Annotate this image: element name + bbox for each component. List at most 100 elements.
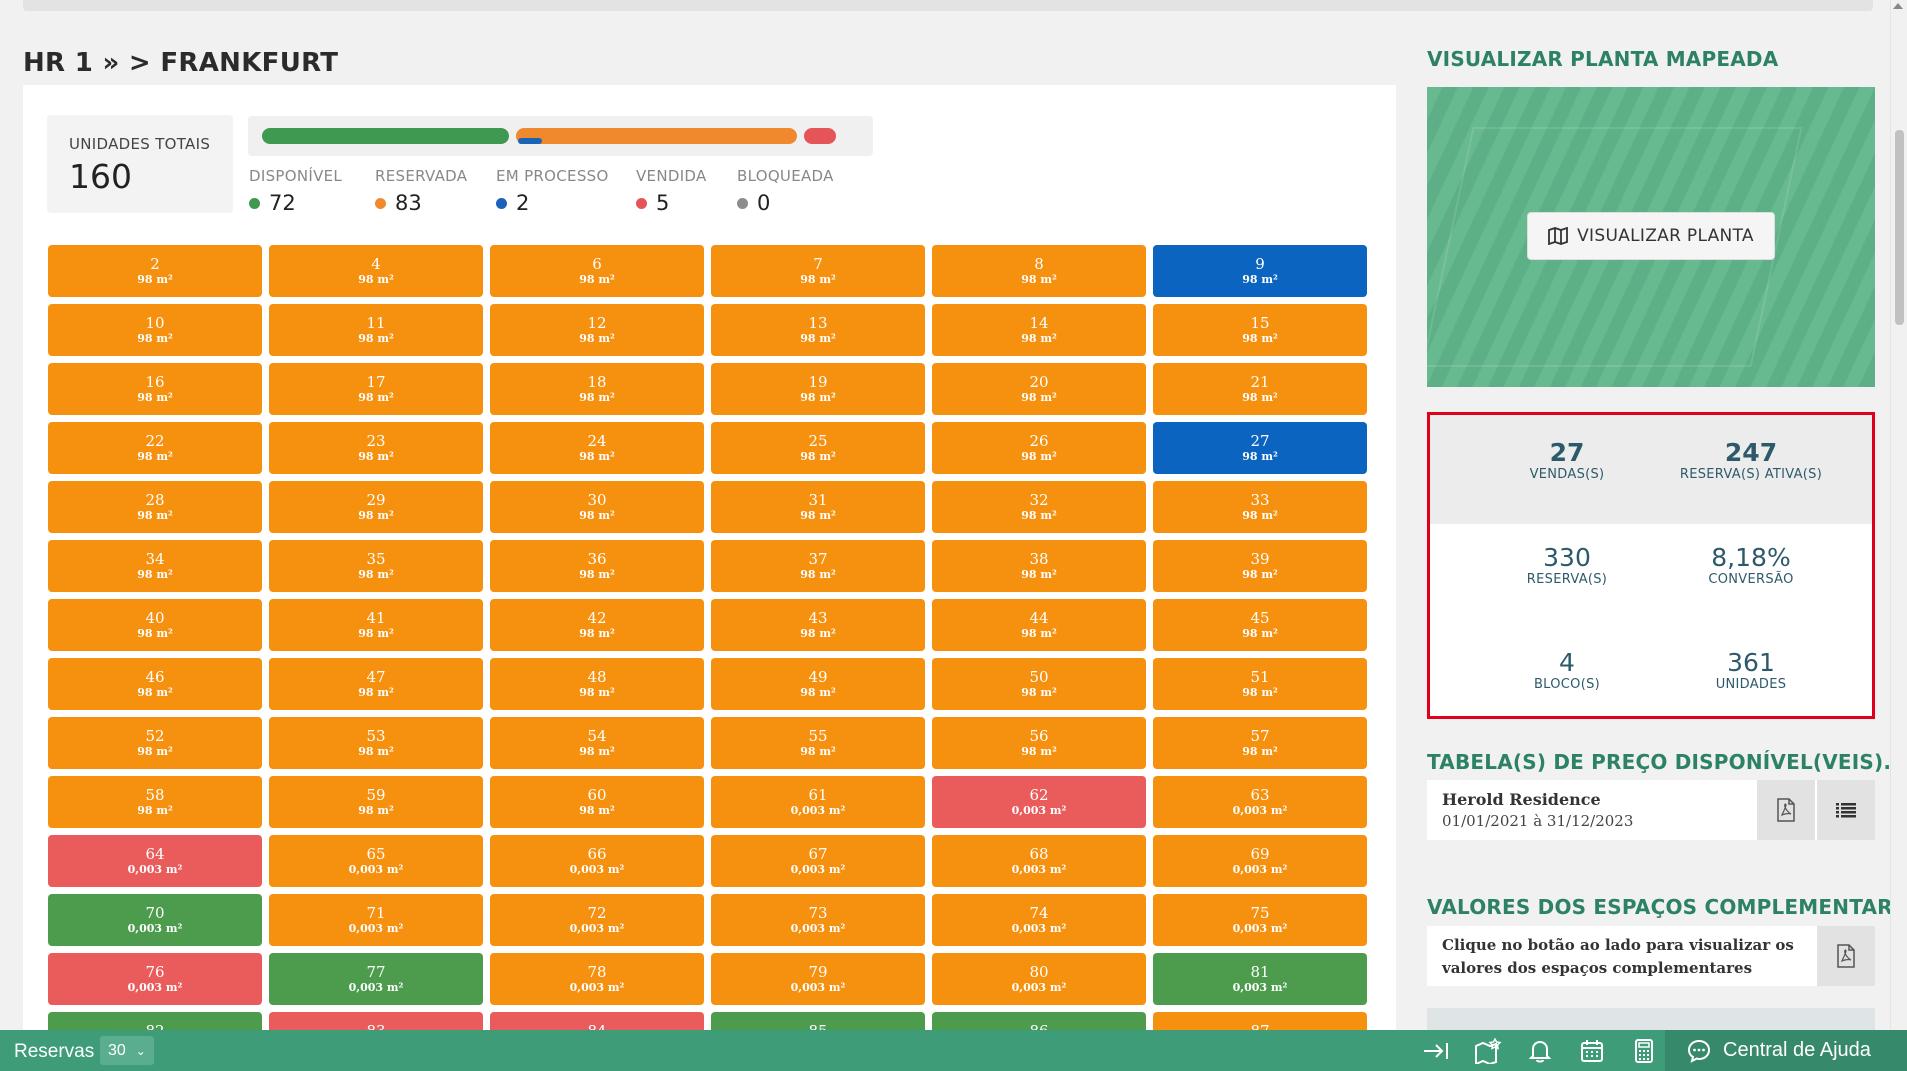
unit-tile[interactable]: 24 98 m² <box>490 422 704 474</box>
unit-tile[interactable]: 50 98 m² <box>932 658 1146 710</box>
unit-tile[interactable]: 49 98 m² <box>711 658 925 710</box>
map-preview[interactable]: VISUALIZAR PLANTA <box>1427 87 1875 387</box>
unit-tile[interactable]: 40 98 m² <box>48 599 262 651</box>
unit-tile[interactable]: 33 98 m² <box>1153 481 1367 533</box>
unit-tile[interactable]: 63 0,003 m² <box>1153 776 1367 828</box>
price-list-button[interactable] <box>1815 780 1875 840</box>
unit-tile[interactable]: 60 98 m² <box>490 776 704 828</box>
unit-tile[interactable]: 30 98 m² <box>490 481 704 533</box>
scroll-up-arrow-icon[interactable] <box>1893 3 1903 9</box>
unit-tile[interactable]: 53 98 m² <box>269 717 483 769</box>
unit-tile[interactable]: 82 <box>48 1012 262 1030</box>
unit-tile[interactable]: 59 98 m² <box>269 776 483 828</box>
unit-tile[interactable]: 15 98 m² <box>1153 304 1367 356</box>
unit-tile[interactable]: 75 0,003 m² <box>1153 894 1367 946</box>
unit-tile[interactable]: 84 <box>490 1012 704 1030</box>
unit-tile[interactable]: 18 98 m² <box>490 363 704 415</box>
exit-to-right-button[interactable] <box>1410 1036 1462 1066</box>
unit-tile[interactable]: 13 98 m² <box>711 304 925 356</box>
help-center-button[interactable]: Central de Ajuda <box>1665 1030 1907 1071</box>
unit-tile[interactable]: 41 98 m² <box>269 599 483 651</box>
unit-tile[interactable]: 87 <box>1153 1012 1367 1030</box>
unit-tile[interactable]: 65 0,003 m² <box>269 835 483 887</box>
unit-tile[interactable]: 16 98 m² <box>48 363 262 415</box>
unit-tile[interactable]: 12 98 m² <box>490 304 704 356</box>
unit-tile[interactable]: 86 <box>932 1012 1146 1030</box>
unit-tile[interactable]: 78 0,003 m² <box>490 953 704 1005</box>
unit-tile[interactable]: 21 98 m² <box>1153 363 1367 415</box>
unit-tile[interactable]: 80 0,003 m² <box>932 953 1146 1005</box>
unit-tile[interactable]: 14 98 m² <box>932 304 1146 356</box>
unit-tile[interactable]: 28 98 m² <box>48 481 262 533</box>
unit-tile[interactable]: 61 0,003 m² <box>711 776 925 828</box>
unit-tile[interactable]: 79 0,003 m² <box>711 953 925 1005</box>
unit-tile[interactable]: 2 98 m² <box>48 245 262 297</box>
unit-tile[interactable]: 35 98 m² <box>269 540 483 592</box>
unit-tile[interactable]: 36 98 m² <box>490 540 704 592</box>
unit-tile[interactable]: 17 98 m² <box>269 363 483 415</box>
scroll-thumb[interactable] <box>1895 130 1904 325</box>
unit-tile[interactable]: 58 98 m² <box>48 776 262 828</box>
unit-tile[interactable]: 71 0,003 m² <box>269 894 483 946</box>
view-plan-button[interactable]: VISUALIZAR PLANTA <box>1527 212 1775 260</box>
reservations-count-dropdown[interactable]: 30 ⌄ <box>100 1036 154 1065</box>
unit-tile[interactable]: 85 <box>711 1012 925 1030</box>
price-pdf-button[interactable] <box>1755 780 1815 840</box>
complementary-pdf-button[interactable] <box>1815 926 1875 986</box>
unit-tile[interactable]: 19 98 m² <box>711 363 925 415</box>
unit-tile[interactable]: 83 <box>269 1012 483 1030</box>
unit-tile[interactable]: 22 98 m² <box>48 422 262 474</box>
unit-tile[interactable]: 31 98 m² <box>711 481 925 533</box>
page-scrollbar[interactable] <box>1890 0 1907 1030</box>
unit-tile[interactable]: 70 0,003 m² <box>48 894 262 946</box>
unit-tile[interactable]: 73 0,003 m² <box>711 894 925 946</box>
unit-tile[interactable]: 20 98 m² <box>932 363 1146 415</box>
unit-tile[interactable]: 38 98 m² <box>932 540 1146 592</box>
unit-tile[interactable]: 57 98 m² <box>1153 717 1367 769</box>
unit-tile[interactable]: 62 0,003 m² <box>932 776 1146 828</box>
unit-tile[interactable]: 37 98 m² <box>711 540 925 592</box>
unit-tile[interactable]: 64 0,003 m² <box>48 835 262 887</box>
unit-tile[interactable]: 11 98 m² <box>269 304 483 356</box>
unit-tile[interactable]: 69 0,003 m² <box>1153 835 1367 887</box>
unit-tile[interactable]: 68 0,003 m² <box>932 835 1146 887</box>
unit-tile[interactable]: 6 98 m² <box>490 245 704 297</box>
unit-tile[interactable]: 46 98 m² <box>48 658 262 710</box>
unit-tile[interactable]: 66 0,003 m² <box>490 835 704 887</box>
unit-tile[interactable]: 77 0,003 m² <box>269 953 483 1005</box>
unit-tile[interactable]: 47 98 m² <box>269 658 483 710</box>
unit-tile[interactable]: 81 0,003 m² <box>1153 953 1367 1005</box>
unit-tile[interactable]: 4 98 m² <box>269 245 483 297</box>
calculator-button[interactable] <box>1618 1036 1670 1066</box>
unit-tile[interactable]: 52 98 m² <box>48 717 262 769</box>
unit-tile[interactable]: 74 0,003 m² <box>932 894 1146 946</box>
unit-tile[interactable]: 26 98 m² <box>932 422 1146 474</box>
unit-tile[interactable]: 45 98 m² <box>1153 599 1367 651</box>
reservations-label[interactable]: Reservas <box>14 1041 94 1063</box>
unit-tile[interactable]: 67 0,003 m² <box>711 835 925 887</box>
unit-tile[interactable]: 43 98 m² <box>711 599 925 651</box>
unit-tile[interactable]: 10 98 m² <box>48 304 262 356</box>
unit-tile[interactable]: 7 98 m² <box>711 245 925 297</box>
unit-tile[interactable]: 23 98 m² <box>269 422 483 474</box>
unit-tile[interactable]: 76 0,003 m² <box>48 953 262 1005</box>
notifications-button[interactable] <box>1514 1036 1566 1066</box>
unit-tile[interactable]: 8 98 m² <box>932 245 1146 297</box>
unit-tile[interactable]: 51 98 m² <box>1153 658 1367 710</box>
unit-tile[interactable]: 9 98 m² <box>1153 245 1367 297</box>
unit-tile[interactable]: 42 98 m² <box>490 599 704 651</box>
unit-tile[interactable]: 54 98 m² <box>490 717 704 769</box>
unit-tile[interactable]: 48 98 m² <box>490 658 704 710</box>
unit-tile[interactable]: 32 98 m² <box>932 481 1146 533</box>
unit-tile[interactable]: 72 0,003 m² <box>490 894 704 946</box>
unit-tile[interactable]: 56 98 m² <box>932 717 1146 769</box>
unit-tile[interactable]: 39 98 m² <box>1153 540 1367 592</box>
unit-tile[interactable]: 44 98 m² <box>932 599 1146 651</box>
unit-tile[interactable]: 25 98 m² <box>711 422 925 474</box>
unit-tile[interactable]: 29 98 m² <box>269 481 483 533</box>
favorites-map-button[interactable] <box>1462 1036 1514 1066</box>
unit-tile[interactable]: 34 98 m² <box>48 540 262 592</box>
unit-tile[interactable]: 27 98 m² <box>1153 422 1367 474</box>
calendar-button[interactable] <box>1566 1036 1618 1066</box>
unit-tile[interactable]: 55 98 m² <box>711 717 925 769</box>
